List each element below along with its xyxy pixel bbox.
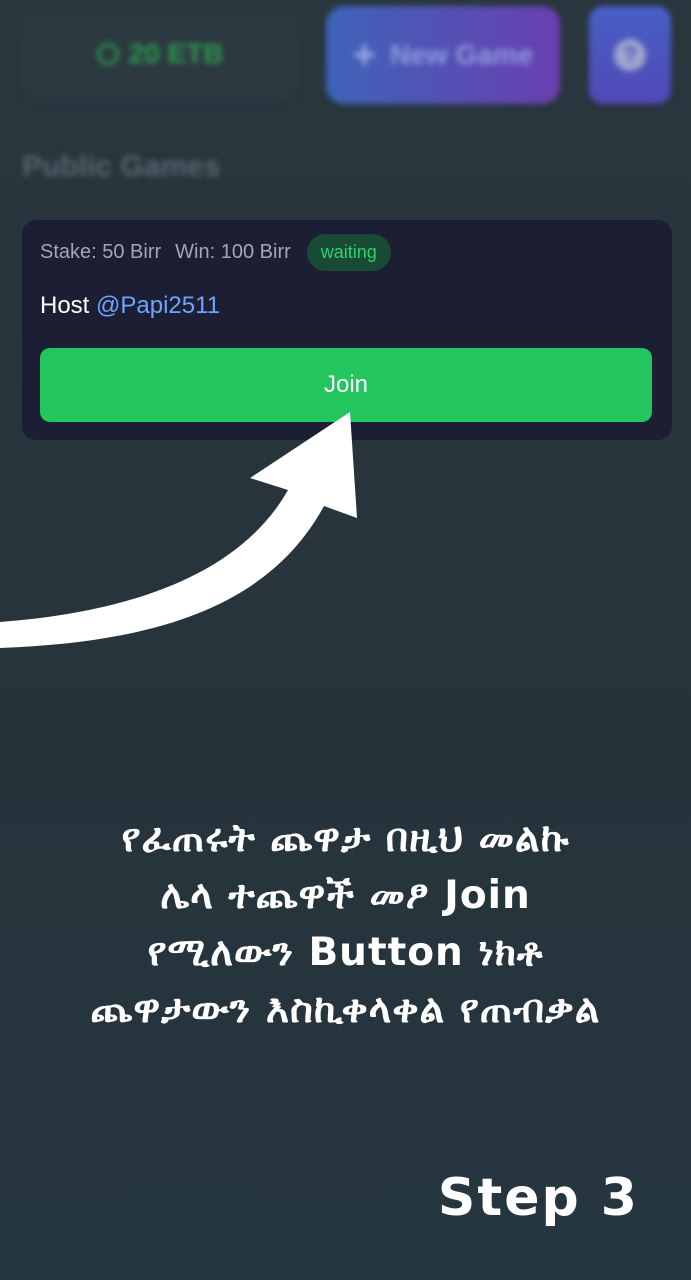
coin-icon	[96, 43, 119, 65]
step-label: Step 3	[437, 1168, 639, 1228]
caption-line: ሌላ ተጨዋች መፆ Join	[160, 873, 531, 918]
question-icon: ?	[614, 39, 646, 71]
win-text: Win: 100 Birr	[175, 241, 291, 263]
section-title: Public Games	[22, 150, 221, 183]
help-button[interactable]: ?	[589, 6, 671, 104]
instruction-caption: የፈጠሩት ጨዋታ በዚህ መልኩ ሌላ ተጨዋች መፆ Join የሚለውን …	[0, 810, 691, 1038]
host-label: Host	[40, 292, 90, 319]
balance-card: 20 ETB	[22, 8, 298, 100]
caption-line: የፈጠሩት ጨዋታ በዚህ መልኩ	[121, 816, 570, 861]
host-username[interactable]: @Papi2511	[96, 292, 220, 319]
plus-icon: +	[352, 33, 377, 77]
new-game-label: New Game	[390, 39, 534, 70]
caption-line: ጨዋታውን እስኪቀላቀል የጠብቃል	[90, 987, 601, 1032]
pointer-arrow-icon	[0, 412, 357, 648]
caption-line: የሚለውን Button ነክቶ	[147, 930, 544, 975]
host-row: Host @Papi2511	[40, 292, 220, 320]
stake-text: Stake: 50 Birr	[40, 241, 162, 263]
new-game-button[interactable]: + New Game	[326, 6, 560, 104]
balance-text: 20 ETB	[128, 38, 224, 69]
blurred-header: 20 ETB + New Game ? Public Games	[0, 0, 691, 215]
status-badge: waiting	[306, 234, 391, 271]
game-meta-row: Stake: 50 Birr Win: 100 Birr waiting	[40, 234, 391, 271]
